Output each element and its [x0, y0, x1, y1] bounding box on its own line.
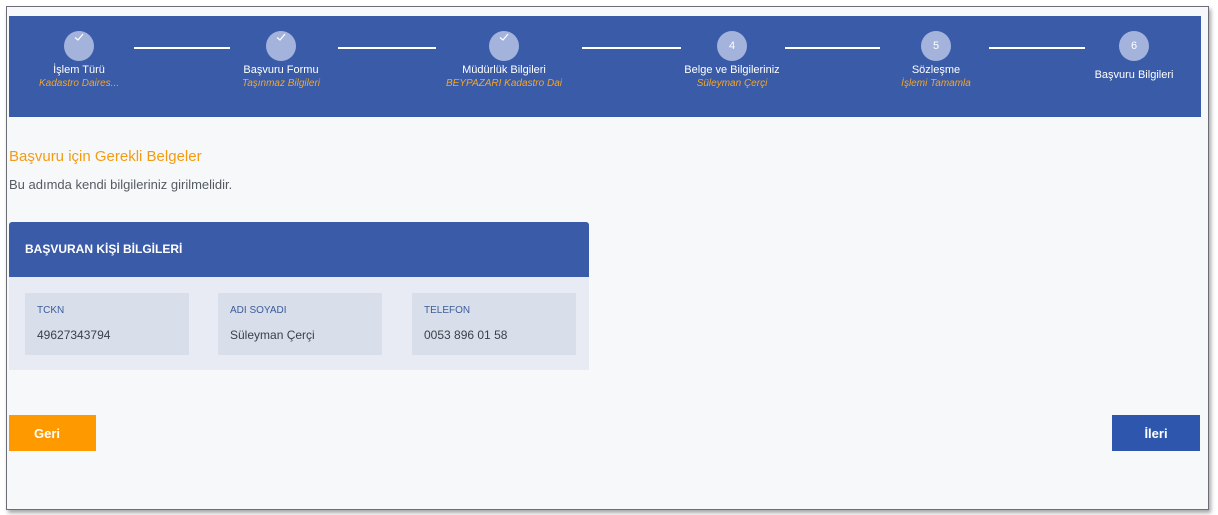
phone-value: 0053 896 01 58 — [424, 328, 508, 342]
step-3-title: Müdürlük Bilgileri — [462, 64, 546, 76]
step-5-subtitle: İşlemi Tamamla — [901, 78, 971, 89]
step-belge-ve-bilgileriniz[interactable]: 4 Belge ve Bilgileriniz Süleyman Çerçi — [652, 16, 812, 90]
phone-label: TELEFON — [424, 305, 471, 316]
step-1-circle — [64, 31, 94, 61]
step-3-circle — [489, 31, 519, 61]
step-4-circle: 4 — [717, 31, 747, 61]
check-icon — [74, 33, 84, 41]
name-label: ADI SOYADI — [230, 305, 287, 316]
step-1-subtitle: Kadastro Daires... — [38, 78, 120, 89]
card-header: BAŞVURAN KİŞİ BİLGİLERİ — [9, 222, 589, 277]
check-icon — [499, 33, 509, 41]
step-3-subtitle: BEYPAZARI Kadastro Dai — [446, 78, 562, 89]
step-6-circle: 6 — [1119, 31, 1149, 61]
tckn-field: TCKN 49627343794 — [25, 293, 189, 355]
name-field: ADI SOYADI Süleyman Çerçi — [218, 293, 382, 355]
section-title: Başvuru için Gerekli Belgeler — [9, 148, 202, 165]
step-2-title: Başvuru Formu — [243, 64, 319, 76]
back-button[interactable]: Geri — [9, 415, 96, 451]
section-description: Bu adımda kendi bilgileriniz girilmelidi… — [9, 177, 233, 192]
step-mudurluk-bilgileri[interactable]: Müdürlük Bilgileri BEYPAZARI Kadastro Da… — [424, 16, 584, 90]
step-4-title: Belge ve Bilgileriniz — [684, 64, 780, 76]
step-2-circle — [266, 31, 296, 61]
step-sozlesme[interactable]: 5 Sözleşme İşlemi Tamamla — [856, 16, 1016, 90]
step-1-title: İşlem Türü — [53, 64, 105, 76]
step-2-subtitle: Taşınmaz Bilgileri — [242, 78, 320, 89]
name-value: Süleyman Çerçi — [230, 328, 315, 342]
step-4-subtitle: Süleyman Çerçi — [696, 78, 768, 89]
applicant-info-card: BAŞVURAN KİŞİ BİLGİLERİ TCKN 49627343794… — [9, 222, 589, 370]
step-basvuru-formu[interactable]: Başvuru Formu Taşınmaz Bilgileri — [201, 16, 361, 90]
tckn-value: 49627343794 — [37, 328, 111, 342]
step-5-circle: 5 — [921, 31, 951, 61]
check-icon — [276, 33, 286, 41]
step-5-title: Sözleşme — [911, 64, 961, 76]
next-button[interactable]: İleri — [1112, 415, 1200, 451]
tckn-label: TCKN — [37, 305, 65, 316]
step-basvuru-bilgileri[interactable]: 6 Başvuru Bilgileri — [1054, 16, 1214, 82]
app-frame: İşlem Türü Kadastro Daires... Başvuru Fo… — [6, 6, 1209, 510]
wizard-stepper: İşlem Türü Kadastro Daires... Başvuru Fo… — [9, 16, 1201, 117]
phone-field: TELEFON 0053 896 01 58 — [412, 293, 576, 355]
step-islem-turu[interactable]: İşlem Türü Kadastro Daires... — [0, 16, 159, 90]
step-6-title: Başvuru Bilgileri — [1094, 69, 1174, 81]
